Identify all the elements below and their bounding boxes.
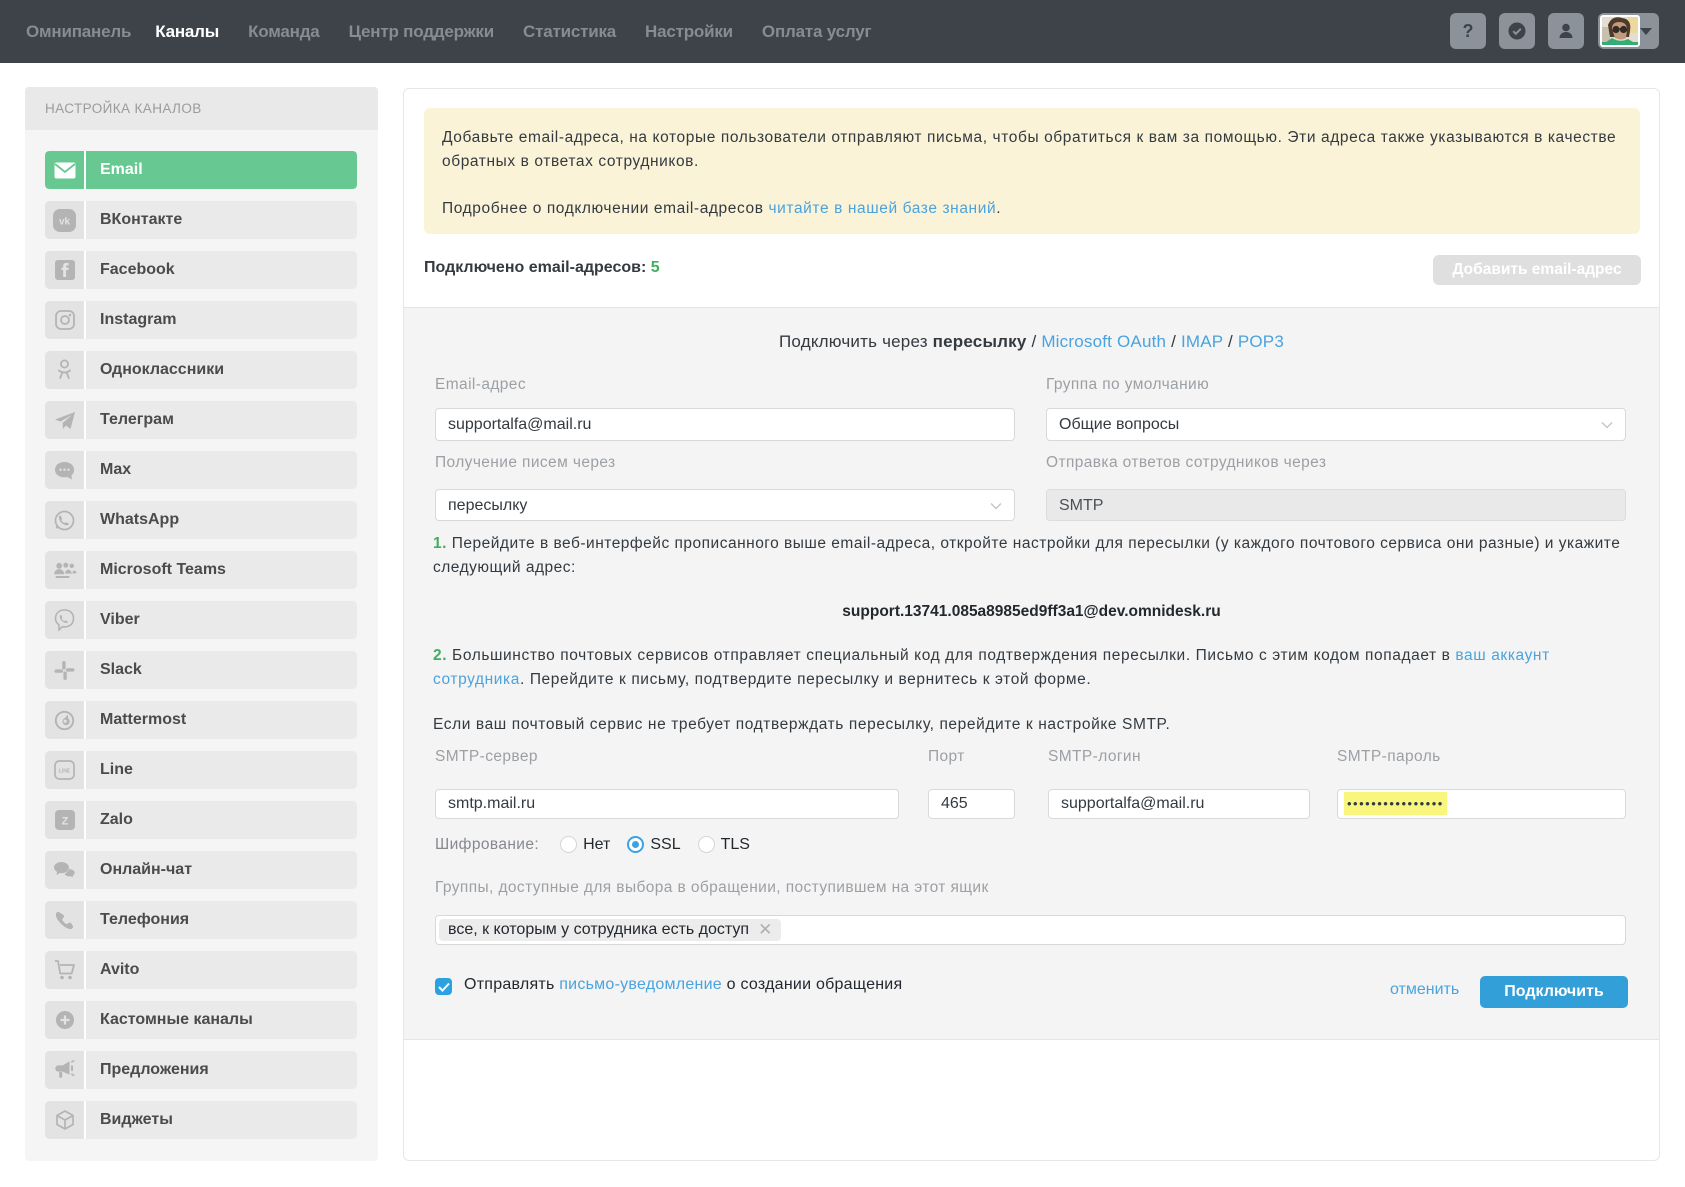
svg-text:vk: vk: [59, 216, 71, 227]
svg-text:LINE: LINE: [59, 769, 71, 775]
svg-text:Z: Z: [61, 816, 68, 828]
svg-text:?: ?: [1463, 21, 1474, 41]
